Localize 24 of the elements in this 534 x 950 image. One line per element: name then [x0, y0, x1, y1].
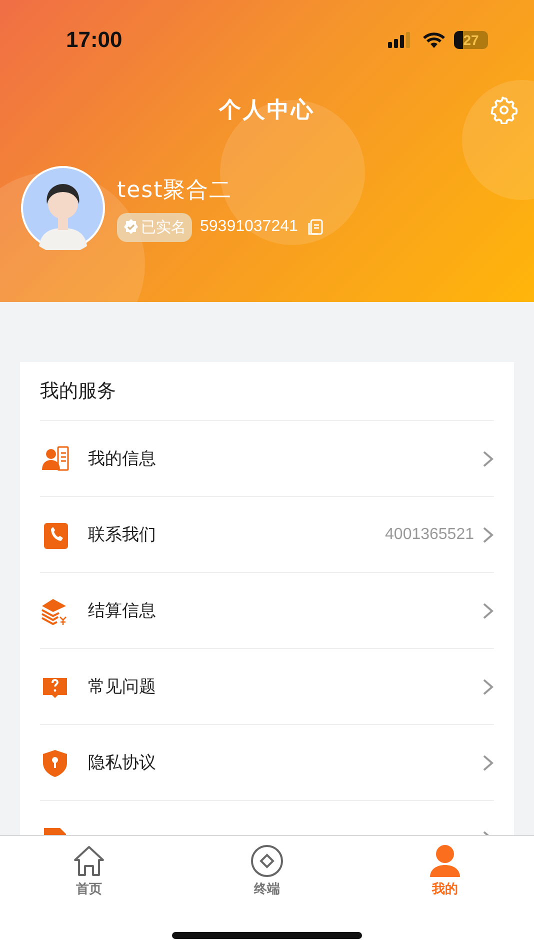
diamond-circle-icon — [250, 844, 284, 878]
section-title: 我的服务 — [40, 379, 116, 404]
page-title: 个人中心 — [219, 96, 315, 125]
person-icon — [428, 844, 462, 878]
wifi-icon — [422, 31, 446, 49]
settings-icon[interactable] — [490, 96, 518, 124]
verified-label: 已实名 — [141, 218, 186, 236]
verified-icon — [123, 219, 139, 235]
user-name: test聚合二 — [117, 176, 234, 204]
copy-icon[interactable] — [306, 218, 324, 236]
service-row[interactable]: 我的信息 — [40, 421, 494, 497]
tab-item[interactable]: 首页 — [0, 836, 178, 898]
shield-icon — [40, 748, 70, 778]
status-time: 17:00 — [66, 27, 122, 53]
contact-card-icon — [40, 444, 70, 474]
service-row[interactable]: 联系我们 4001365521 — [40, 497, 494, 573]
home-icon — [72, 844, 106, 878]
tab-item[interactable]: 终端 — [178, 836, 356, 898]
service-row[interactable]: 常见问题 — [40, 649, 494, 725]
battery-icon: 27 — [454, 31, 488, 49]
account-id: 59391037241 — [200, 218, 298, 236]
phone-number: 4001365521 — [385, 526, 474, 544]
service-row[interactable]: 结算信息 — [40, 573, 494, 649]
service-row[interactable]: 隐私协议 — [40, 725, 494, 801]
